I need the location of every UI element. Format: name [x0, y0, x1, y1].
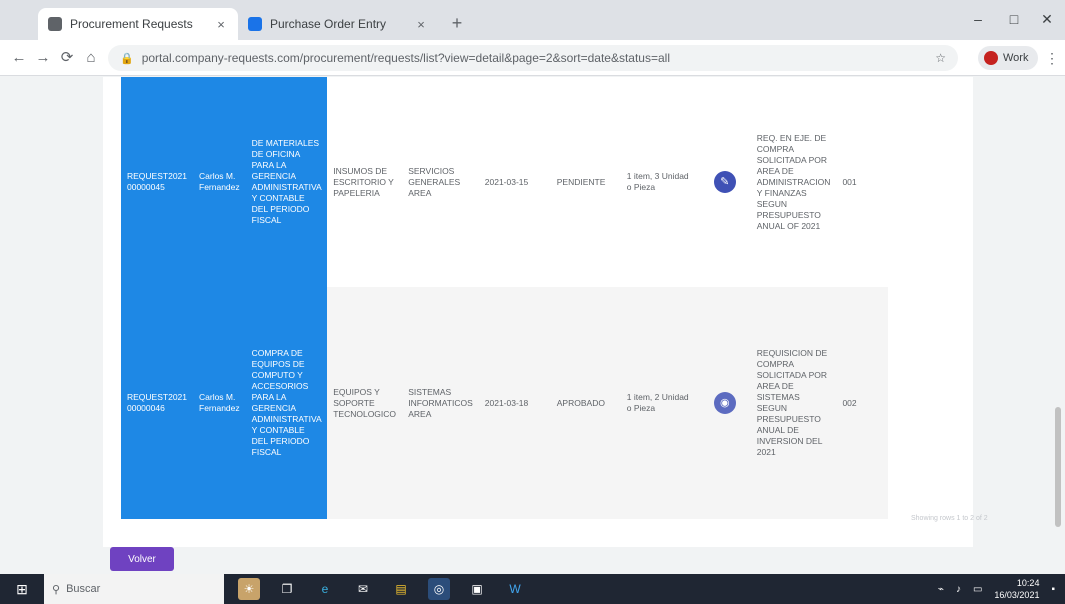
tab-close-icon[interactable]: × [414, 17, 428, 32]
store-icon[interactable]: ▣ [466, 578, 488, 600]
address-bar[interactable]: 🔒 portal.company-requests.com/procuremen… [108, 45, 958, 71]
url-text[interactable]: portal.company-requests.com/procurement/… [142, 51, 928, 65]
cell-area: SERVICIOS GENERALES AREA [402, 77, 479, 287]
network-icon[interactable]: ⌁ [938, 584, 944, 595]
page-viewport: REQUEST2021 00000045 Carlos M. Fernandez… [0, 77, 1065, 574]
cell-quantity: 002 [836, 287, 889, 519]
reload-button[interactable]: ⟳ [56, 47, 78, 69]
requests-table: REQUEST2021 00000045 Carlos M. Fernandez… [121, 77, 889, 519]
bookmark-star-icon[interactable]: ☆ [935, 51, 946, 65]
scrollbar-thumb[interactable] [1055, 407, 1061, 527]
battery-icon[interactable]: ▭ [973, 584, 982, 595]
tab-favicon-icon [48, 17, 62, 31]
tab-title: Procurement Requests [70, 17, 193, 31]
task-view-icon[interactable]: ❐ [276, 578, 298, 600]
tab-title: Purchase Order Entry [270, 17, 387, 31]
browser-tab-inactive[interactable]: Purchase Order Entry × [238, 8, 438, 40]
clock-date: 16/03/2021 [994, 590, 1040, 600]
minimize-button[interactable]: – [960, 8, 996, 30]
edge-browser-icon[interactable]: e [314, 578, 336, 600]
clock-time: 10:24 [1016, 578, 1040, 588]
cell-date: 2021-03-15 [478, 77, 551, 287]
table-row: REQUEST2021 00000045 Carlos M. Fernandez… [121, 77, 889, 287]
profile-button[interactable]: Work [978, 46, 1038, 70]
tab-favicon-icon [248, 17, 262, 31]
cell-description: DE MATERIALES DE OFICINA PARA LA GERENCI… [245, 77, 328, 287]
word-icon[interactable]: W [504, 578, 526, 600]
browser-toolbar: ← → ⟳ ⌂ 🔒 portal.company-requests.com/pr… [0, 40, 1065, 76]
clock[interactable]: 10:24 16/03/2021 [994, 577, 1039, 601]
cell-action: ◉ [698, 287, 751, 519]
cell-description: COMPRA DE EQUIPOS DE COMPUTO Y ACCESORIO… [245, 287, 328, 519]
cell-date: 2021-03-18 [478, 287, 551, 519]
profile-label: Work [1003, 52, 1029, 64]
volume-icon[interactable]: ♪ [956, 584, 961, 595]
back-button[interactable]: ← [8, 47, 30, 69]
cell-category: EQUIPOS Y SOPORTE TECNOLOGICO [327, 287, 403, 519]
lock-icon: 🔒 [120, 52, 134, 65]
cell-area: SISTEMAS INFORMATICOS AREA [402, 287, 479, 519]
browser-tab-active[interactable]: Procurement Requests × [38, 8, 238, 40]
close-window-button[interactable]: ✕ [1029, 8, 1065, 30]
cell-request-code: REQUEST2021 00000046 [121, 287, 193, 519]
maximize-button[interactable]: □ [996, 8, 1032, 30]
system-tray: ⌁ ♪ ▭ 10:24 16/03/2021 ▪ [938, 577, 1065, 601]
cell-request-code: REQUEST2021 00000045 [121, 77, 193, 287]
search-icon: ⚲ [52, 583, 61, 596]
avatar [984, 51, 998, 65]
taskbar-search[interactable]: ⚲ Buscar [44, 574, 224, 604]
back-action-button[interactable]: Volver [110, 547, 174, 571]
cell-items: 1 item, 2 Unidad o Pieza [620, 287, 699, 519]
edit-icon[interactable]: ✎ [713, 171, 736, 193]
view-icon[interactable]: ◉ [713, 392, 736, 414]
widget-weather-icon[interactable]: ☀ [238, 578, 260, 600]
taskbar-search-placeholder: Buscar [66, 583, 101, 595]
table-footer-hint: Showing rows 1 to 2 of 2 [911, 515, 988, 522]
browser-tab-strip: Procurement Requests × Purchase Order En… [0, 0, 1065, 40]
browser-menu-icon[interactable]: ⋮ [1044, 47, 1060, 69]
start-menu-icon[interactable]: ⊞ [0, 574, 44, 604]
cell-status: APROBADO [550, 287, 621, 519]
page-scrollbar[interactable] [1052, 77, 1064, 574]
cell-notes: REQ. EN EJE. DE COMPRA SOLICITADA POR AR… [750, 77, 837, 287]
home-button[interactable]: ⌂ [80, 47, 102, 69]
cell-category: INSUMOS DE ESCRITORIO Y PAPELERIA [327, 77, 403, 287]
chrome-icon[interactable]: ◎ [428, 578, 450, 600]
cell-action: ✎ [698, 77, 751, 287]
cell-requester-name: Carlos M. Fernandez [193, 77, 246, 287]
cell-status: PENDIENTE [550, 77, 621, 287]
tab-close-icon[interactable]: × [214, 17, 228, 32]
windows-taskbar: ⊞ ⚲ Buscar ☀ ❐ e ✉ ▤ ◎ ▣ W ⌁ ♪ ▭ 10:24 1… [0, 574, 1065, 604]
cell-requester-name: Carlos M. Fernandez [193, 287, 246, 519]
table-row: REQUEST2021 00000046 Carlos M. Fernandez… [121, 287, 889, 519]
records-card: REQUEST2021 00000045 Carlos M. Fernandez… [103, 77, 988, 547]
mail-icon[interactable]: ✉ [352, 578, 374, 600]
cell-notes: REQUISICION DE COMPRA SOLICITADA POR ARE… [750, 287, 837, 519]
cell-items: 1 item, 3 Unidad o Pieza [620, 77, 699, 287]
cell-quantity: 001 [836, 77, 889, 287]
taskbar-apps: ☀ ❐ e ✉ ▤ ◎ ▣ W [238, 578, 526, 600]
new-tab-button[interactable]: + [446, 12, 468, 34]
notification-icon[interactable]: ▪ [1051, 584, 1055, 595]
file-explorer-icon[interactable]: ▤ [390, 578, 412, 600]
forward-button[interactable]: → [32, 47, 54, 69]
